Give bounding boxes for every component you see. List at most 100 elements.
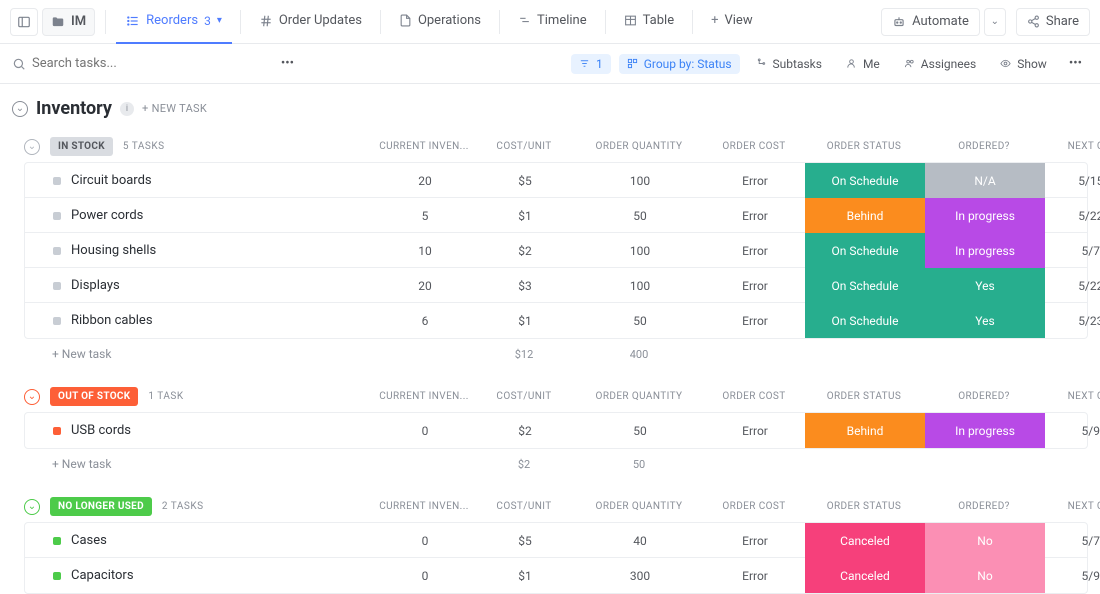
cost-unit-cell[interactable]: $2: [475, 424, 575, 438]
task-name-cell[interactable]: Circuit boards: [25, 173, 375, 188]
current-inventory-cell[interactable]: 0: [375, 569, 475, 583]
ordered-cell[interactable]: No: [925, 558, 1045, 593]
tab-order-updates[interactable]: Order Updates: [249, 0, 372, 44]
column-header[interactable]: COST/UNIT: [474, 391, 574, 402]
status-square-icon[interactable]: [53, 247, 61, 255]
column-header[interactable]: CURRENT INVEN...: [374, 141, 474, 152]
column-header[interactable]: CURRENT INVEN...: [374, 501, 474, 512]
status-square-icon[interactable]: [53, 537, 61, 545]
order-status-cell[interactable]: Canceled: [805, 558, 925, 593]
current-inventory-cell[interactable]: 6: [375, 314, 475, 328]
tab-reorders[interactable]: Reorders 3 ▾: [116, 0, 232, 44]
ordered-cell[interactable]: No: [925, 523, 1045, 558]
order-quantity-cell[interactable]: 50: [575, 209, 705, 223]
new-task-button[interactable]: + NEW TASK: [142, 102, 207, 115]
next-order-cell[interactable]: 5/7/19: [1045, 534, 1100, 548]
ordered-cell[interactable]: Yes: [925, 268, 1045, 303]
column-header[interactable]: NEXT ORDER: [1044, 141, 1100, 152]
status-square-icon[interactable]: [53, 282, 61, 290]
table-row[interactable]: Displays20$3100ErrorOn ScheduleYes5/22/1…: [25, 268, 1087, 303]
collapse-group-icon[interactable]: ⌄: [24, 389, 40, 405]
new-task-inline[interactable]: + New task: [24, 457, 374, 471]
order-quantity-cell[interactable]: 100: [575, 174, 705, 188]
table-row[interactable]: USB cords0$250ErrorBehindIn progress5/9/…: [25, 413, 1087, 448]
order-cost-cell[interactable]: Error: [705, 244, 805, 258]
order-quantity-cell[interactable]: 50: [575, 424, 705, 438]
order-quantity-cell[interactable]: 40: [575, 534, 705, 548]
task-name-cell[interactable]: Ribbon cables: [25, 313, 375, 328]
status-square-icon[interactable]: [53, 212, 61, 220]
next-order-cell[interactable]: 5/9/19: [1045, 569, 1100, 583]
order-quantity-cell[interactable]: 100: [575, 279, 705, 293]
table-row[interactable]: Housing shells10$2100ErrorOn ScheduleIn …: [25, 233, 1087, 268]
column-header[interactable]: NEXT ORDER: [1044, 391, 1100, 402]
collapse-group-icon[interactable]: ⌄: [24, 139, 40, 155]
next-order-cell[interactable]: 5/9/19: [1045, 424, 1100, 438]
collapse-group-icon[interactable]: ⌄: [24, 499, 40, 515]
cost-unit-cell[interactable]: $3: [475, 279, 575, 293]
table-row[interactable]: Capacitors0$1300ErrorCanceledNo5/9/19: [25, 558, 1087, 593]
ordered-cell[interactable]: In progress: [925, 198, 1045, 233]
current-inventory-cell[interactable]: 0: [375, 424, 475, 438]
current-inventory-cell[interactable]: 20: [375, 174, 475, 188]
order-cost-cell[interactable]: Error: [705, 174, 805, 188]
new-task-inline[interactable]: + New task: [24, 347, 374, 361]
status-square-icon[interactable]: [53, 177, 61, 185]
order-status-cell[interactable]: Behind: [805, 413, 925, 448]
column-header[interactable]: ORDER COST: [704, 141, 804, 152]
column-header[interactable]: ORDER COST: [704, 501, 804, 512]
order-cost-cell[interactable]: Error: [705, 424, 805, 438]
order-status-cell[interactable]: Behind: [805, 198, 925, 233]
cost-unit-cell[interactable]: $2: [475, 244, 575, 258]
collapse-sidebar-button[interactable]: [10, 8, 38, 36]
tab-operations[interactable]: Operations: [389, 0, 491, 44]
order-cost-cell[interactable]: Error: [705, 569, 805, 583]
task-name-cell[interactable]: Capacitors: [25, 568, 375, 583]
status-square-icon[interactable]: [53, 572, 61, 580]
order-status-cell[interactable]: On Schedule: [805, 233, 925, 268]
automate-dropdown[interactable]: ⌄: [984, 8, 1006, 36]
task-name-cell[interactable]: Cases: [25, 533, 375, 548]
order-status-cell[interactable]: On Schedule: [805, 268, 925, 303]
next-order-cell[interactable]: 5/23/19: [1045, 314, 1100, 328]
order-cost-cell[interactable]: Error: [705, 279, 805, 293]
status-badge[interactable]: OUT OF STOCK: [50, 387, 138, 406]
column-header[interactable]: ORDER STATUS: [804, 501, 924, 512]
ordered-cell[interactable]: In progress: [925, 233, 1045, 268]
column-header[interactable]: COST/UNIT: [474, 501, 574, 512]
search-input[interactable]: [32, 56, 232, 71]
table-row[interactable]: Circuit boards20$5100ErrorOn ScheduleN/A…: [25, 163, 1087, 198]
tab-timeline[interactable]: Timeline: [508, 0, 597, 44]
table-row[interactable]: Cases0$540ErrorCanceledNo5/7/19: [25, 523, 1087, 558]
column-header[interactable]: CURRENT INVEN...: [374, 391, 474, 402]
column-header[interactable]: ORDER COST: [704, 391, 804, 402]
next-order-cell[interactable]: 5/22/19: [1045, 279, 1100, 293]
add-view-button[interactable]: + View: [701, 0, 763, 44]
column-header[interactable]: ORDER QUANTITY: [574, 391, 704, 402]
column-header[interactable]: COST/UNIT: [474, 141, 574, 152]
share-button[interactable]: Share: [1016, 8, 1090, 36]
cost-unit-cell[interactable]: $5: [475, 534, 575, 548]
subtasks-pill[interactable]: Subtasks: [748, 54, 830, 74]
filter-pill[interactable]: 1: [571, 54, 611, 74]
cost-unit-cell[interactable]: $5: [475, 174, 575, 188]
groupby-pill[interactable]: Group by: Status: [619, 54, 740, 74]
info-icon[interactable]: i: [120, 102, 134, 116]
order-cost-cell[interactable]: Error: [705, 534, 805, 548]
column-header[interactable]: ORDERED?: [924, 141, 1044, 152]
tab-table[interactable]: Table: [614, 0, 684, 44]
folder-chip[interactable]: IM: [42, 8, 95, 36]
status-square-icon[interactable]: [53, 317, 61, 325]
automate-button[interactable]: Automate: [881, 8, 980, 36]
table-row[interactable]: Ribbon cables6$150ErrorOn ScheduleYes5/2…: [25, 303, 1087, 338]
column-header[interactable]: ORDER QUANTITY: [574, 141, 704, 152]
column-header[interactable]: NEXT ORDER: [1044, 501, 1100, 512]
current-inventory-cell[interactable]: 20: [375, 279, 475, 293]
next-order-cell[interactable]: 5/15/19: [1045, 174, 1100, 188]
ordered-cell[interactable]: In progress: [925, 413, 1045, 448]
status-badge[interactable]: IN STOCK: [50, 137, 113, 156]
cost-unit-cell[interactable]: $1: [475, 314, 575, 328]
task-name-cell[interactable]: Power cords: [25, 208, 375, 223]
toolbar-more-icon[interactable]: •••: [1063, 52, 1088, 75]
column-header[interactable]: ORDER QUANTITY: [574, 501, 704, 512]
